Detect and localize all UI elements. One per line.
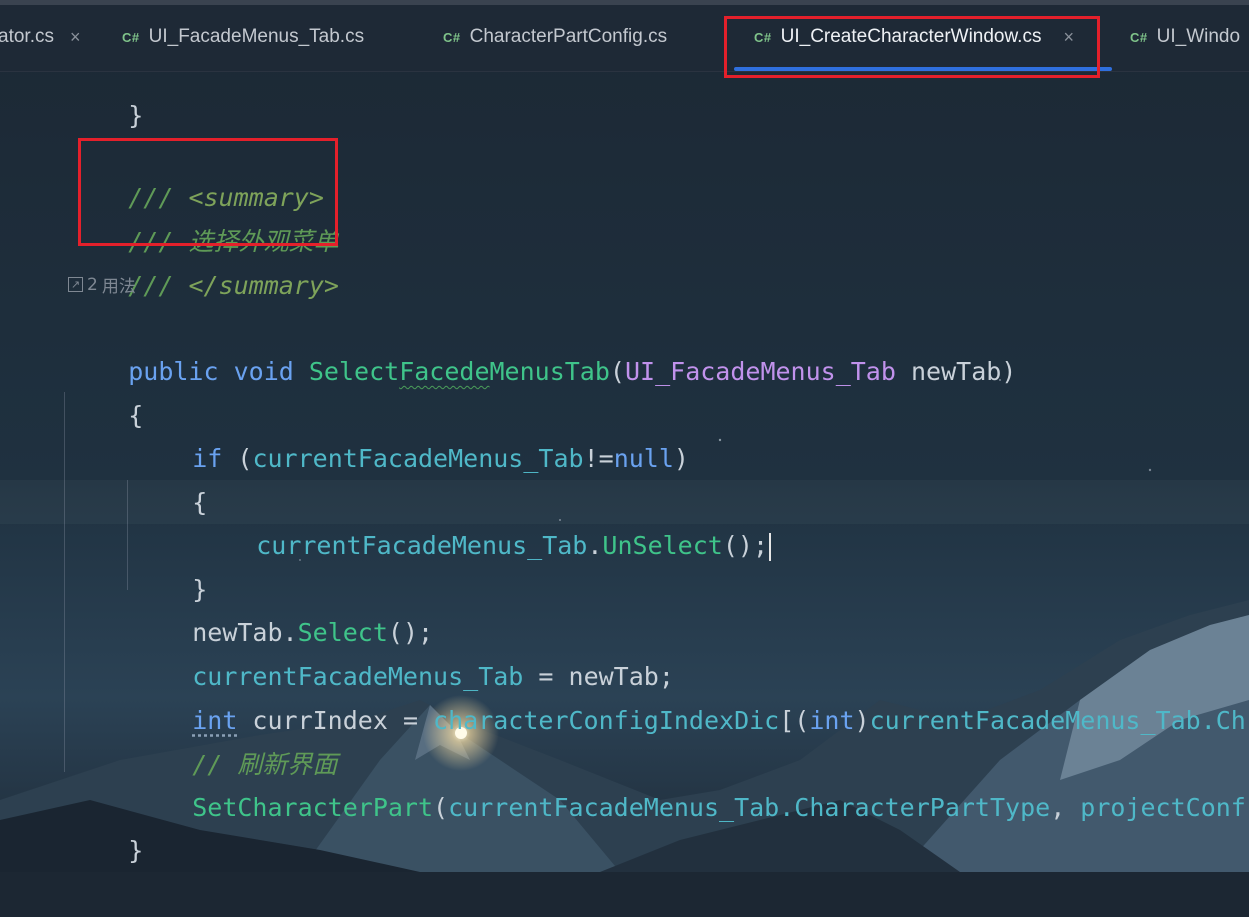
code-line: }	[192, 575, 208, 604]
csharp-file-icon: C#	[443, 29, 461, 45]
typo-warning[interactable]: Facede	[399, 357, 489, 386]
code-line: int currIndex = characterConfigIndexDic[…	[192, 706, 1246, 735]
csharp-file-icon: C#	[122, 29, 140, 45]
doc-comment-line: /// 选择外观菜单	[128, 227, 339, 256]
tab-characterpartconfig[interactable]: C# CharacterPartConfig.cs	[443, 19, 667, 55]
editor-tab-bar: ator.cs × C# UI_FacadeMenus_Tab.cs C# Ch…	[0, 0, 1249, 72]
code-line: }	[128, 101, 144, 130]
tab-ui-createcharacterwindow[interactable]: C# UI_CreateCharacterWindow.cs ×	[754, 19, 1074, 55]
doc-comment-line: /// </summary>	[128, 271, 339, 300]
tab-ui-window[interactable]: C# UI_Windo	[1130, 19, 1240, 55]
usages-label: 用法	[101, 277, 136, 297]
arrow-up-right-icon: ↗	[68, 277, 83, 292]
tab-label: UI_CreateCharacterWindow.cs	[780, 26, 1042, 47]
code-line: SetCharacterPart(currentFacadeMenus_Tab.…	[192, 793, 1246, 822]
active-tab-indicator	[734, 67, 1112, 71]
tab-label: CharacterPartConfig.cs	[469, 26, 668, 47]
doc-comment-line: /// <summary>	[128, 183, 324, 212]
csharp-file-icon: C#	[1130, 29, 1148, 45]
tab-ui-facademenus-tab[interactable]: C# UI_FacadeMenus_Tab.cs	[122, 19, 364, 55]
usages-hint[interactable]: ↗ 2 用法	[68, 272, 136, 297]
comment-line: // 刷新界面	[192, 750, 338, 779]
tab-label: UI_FacadeMenus_Tab.cs	[148, 26, 365, 47]
current-line: currentFacadeMenus_Tab.UnSelect();	[0, 480, 1249, 561]
tab-label: ator.cs	[0, 26, 54, 47]
code-line: if (currentFacadeMenus_Tab!=null)	[192, 444, 689, 473]
code-line: currentFacadeMenus_Tab = newTab;	[192, 662, 674, 691]
code-line: newTab.Select();	[192, 618, 434, 647]
code-line: {	[128, 401, 144, 430]
code-line: }	[128, 836, 144, 865]
close-icon[interactable]: ×	[1063, 27, 1074, 48]
tab-label: UI_Windo	[1156, 26, 1241, 47]
csharp-file-icon: C#	[754, 29, 772, 45]
indent-guide	[64, 392, 65, 772]
usages-count: 2	[87, 274, 98, 295]
text-caret	[769, 533, 771, 561]
method-signature-line: public void SelectFacedeMenusTab(UI_Faca…	[128, 357, 1017, 386]
close-icon[interactable]: ×	[70, 27, 81, 48]
code-editor[interactable]: } /// <summary> /// 选择外观菜单 /// </summary…	[0, 72, 1249, 872]
code-line: {	[192, 488, 208, 517]
